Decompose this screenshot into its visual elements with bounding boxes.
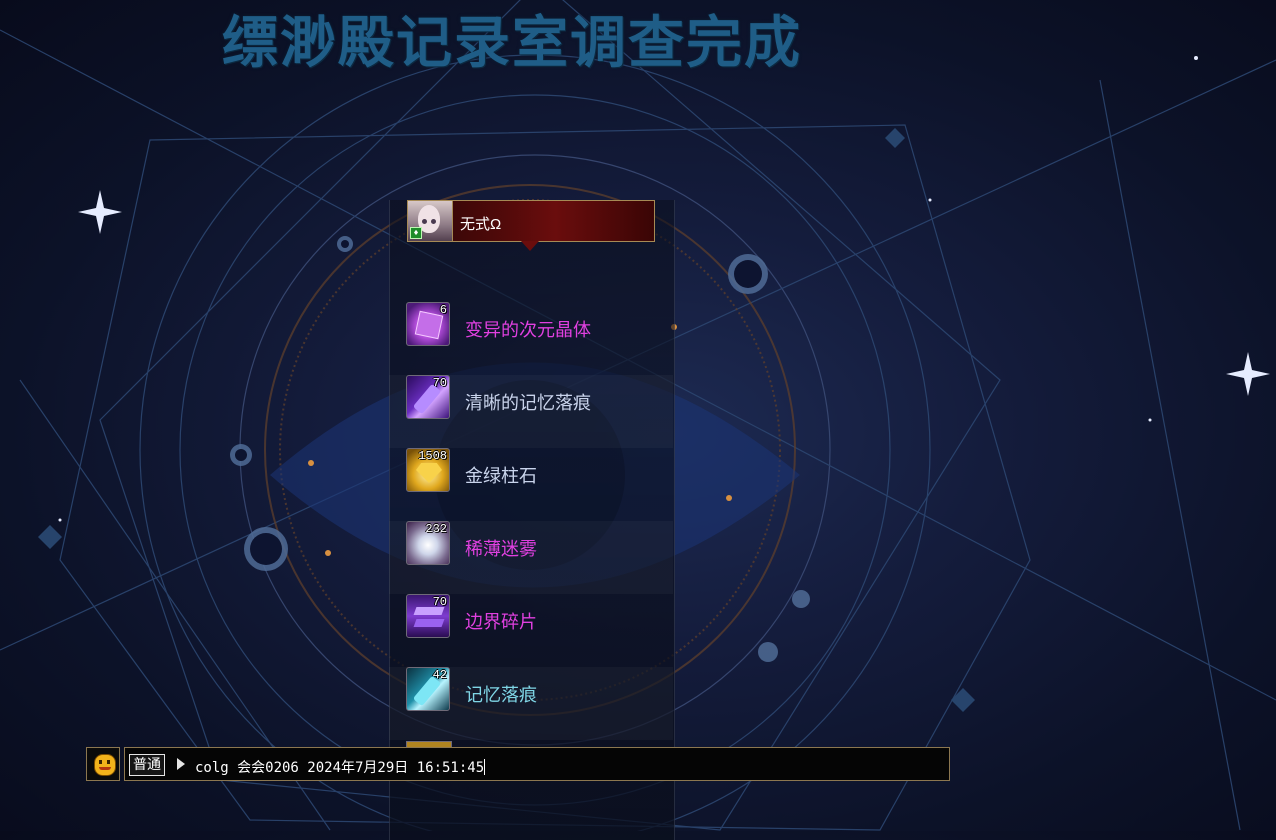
item-name: 变异的次元晶体 (465, 320, 591, 340)
text-cursor (484, 759, 486, 775)
reward-item-row[interactable]: 232 稀薄迷雾 (389, 521, 673, 594)
item-name: 边界碎片 (465, 612, 537, 632)
chat-bar: 普通 colg 会会0206 2024年7月29日 16:51:45 (86, 747, 950, 783)
chat-input-text[interactable]: colg 会会0206 2024年7月29日 16:51:45 (195, 757, 486, 777)
item-count: 6 (439, 303, 447, 317)
player-avatar: ♦ (408, 201, 453, 241)
player-card: ♦ 无式Ω (407, 200, 655, 242)
white-mist-orb-icon: 232 (406, 521, 450, 565)
purple-crystal-cube-icon: 6 (406, 302, 450, 346)
reward-item-row[interactable]: 6 变异的次元晶体 (389, 302, 673, 375)
reward-item-row[interactable]: 70 清晰的记忆落痕 (389, 375, 673, 448)
party-leader-badge-icon: ♦ (410, 227, 422, 239)
chat-channel-selector[interactable]: 普通 (129, 754, 165, 776)
cyan-memory-shard-icon: 42 (406, 667, 450, 711)
purple-fragment-icon: 70 (406, 594, 450, 638)
reward-item-row[interactable]: 70 边界碎片 (389, 594, 673, 667)
item-count: 70 (432, 595, 447, 609)
item-count: 232 (425, 522, 447, 536)
reward-item-row[interactable]: 1508 金绿柱石 (389, 448, 673, 521)
channel-arrow-icon[interactable] (177, 758, 185, 770)
player-name: 无式Ω (460, 216, 502, 233)
item-name: 记忆落痕 (465, 685, 537, 705)
reward-item-row[interactable]: 42 记忆落痕 (389, 667, 673, 740)
item-name: 金绿柱石 (465, 466, 537, 486)
item-name: 清晰的记忆落痕 (465, 393, 591, 413)
item-count: 70 (432, 376, 447, 390)
item-count: 1508 (418, 449, 447, 463)
item-name: 稀薄迷雾 (465, 539, 537, 559)
player-pointer-icon (521, 241, 539, 251)
emote-button[interactable] (86, 747, 120, 781)
gold-gem-icon: 1508 (406, 448, 450, 492)
smiley-icon (94, 754, 116, 776)
purple-memory-shard-icon: 70 (406, 375, 450, 419)
page-title: 缥渺殿记录室调查完成 (222, 10, 802, 76)
chat-input[interactable]: 普通 colg 会会0206 2024年7月29日 16:51:45 (124, 747, 950, 781)
item-count: 42 (432, 668, 447, 682)
chat-message-text: colg 会会0206 2024年7月29日 16:51:45 (195, 760, 485, 776)
